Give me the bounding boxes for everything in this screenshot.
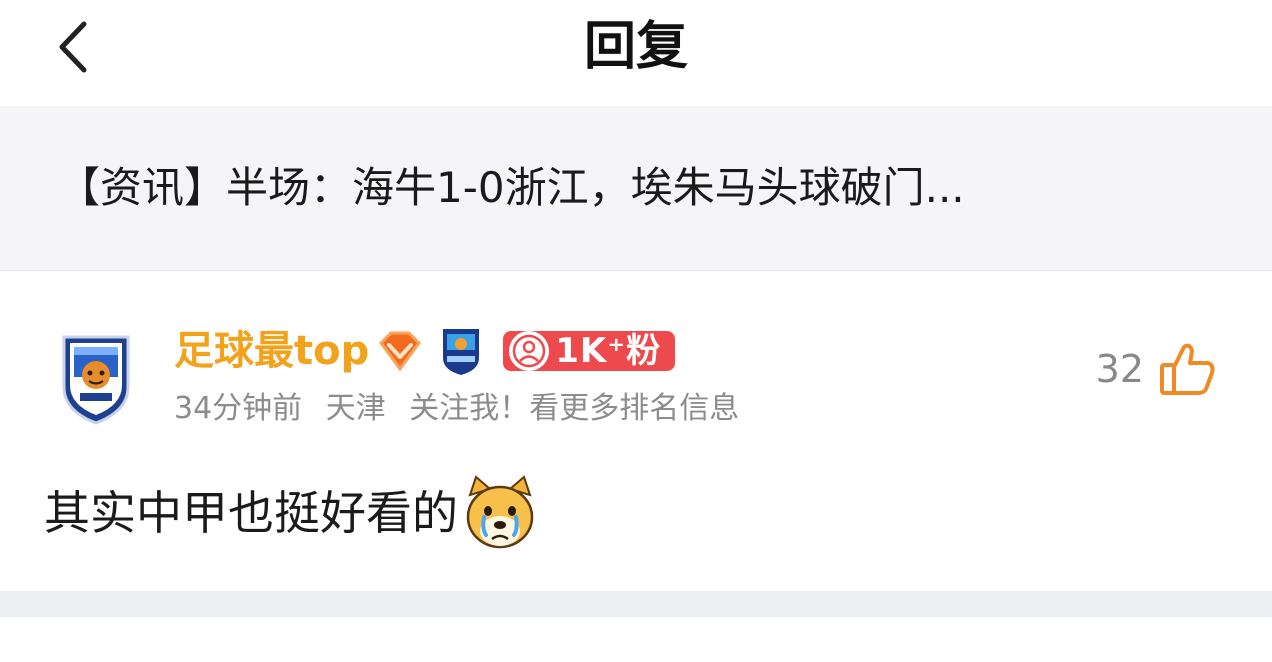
- comment-body: 其实中甲也挺好看的: [44, 475, 538, 551]
- source-article-bar[interactable]: 【资讯】半场：海牛1-0浙江，埃朱马头球破门...: [0, 106, 1272, 271]
- next-section: [0, 617, 1272, 662]
- comment-text: 其实中甲也挺好看的: [44, 486, 458, 540]
- comment-location: 天津: [325, 391, 386, 426]
- team-logo-icon: [443, 329, 480, 375]
- section-divider: [0, 591, 1272, 617]
- page-title: 回复: [583, 17, 688, 77]
- avatar[interactable]: [58, 329, 134, 425]
- article-title[interactable]: 【资讯】半场：海牛1-0浙江，埃朱马头球破门...: [58, 158, 1238, 218]
- comment-signature: 关注我！看更多排名信息: [409, 391, 740, 426]
- comment-meta: 34分钟前 天津 关注我！看更多排名信息: [174, 389, 753, 429]
- like-button[interactable]: 32: [1096, 341, 1216, 397]
- username-row: 足球最top 1K⁺粉: [174, 323, 676, 379]
- crying-dog-emoji-icon: [466, 475, 534, 549]
- fans-count: 1K⁺粉: [555, 331, 662, 371]
- comment-card: 足球最top 1K⁺粉 34分钟前 天津 关注我！看更多排名信息 32 其实中甲…: [0, 271, 1272, 591]
- fans-badge: 1K⁺粉: [503, 331, 676, 371]
- person-icon: [509, 331, 550, 371]
- like-count: 32: [1095, 347, 1144, 391]
- username[interactable]: 足球最top: [174, 323, 369, 379]
- diamond-icon: [379, 331, 422, 372]
- thumbs-up-icon[interactable]: [1158, 341, 1216, 397]
- comment-time: 34分钟前: [174, 391, 303, 426]
- top-bar: 回复: [0, 0, 1272, 106]
